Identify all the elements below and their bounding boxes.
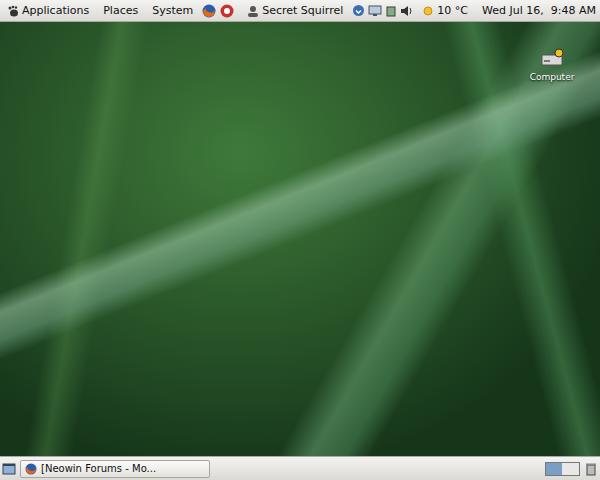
workspace[interactable]: [563, 463, 579, 475]
desktop-icon-label: Computer: [530, 72, 575, 82]
sun-icon: [422, 5, 434, 17]
panel-menu[interactable]: Places: [98, 2, 143, 19]
firefox-icon[interactable]: [202, 4, 216, 18]
taskbar-button[interactable]: [Neowin Forums - Mo...: [20, 460, 210, 478]
user-name: Secret Squirrel: [262, 4, 343, 17]
temperature: 10 °C: [437, 4, 468, 17]
desktop-icon[interactable]: Computer: [522, 48, 582, 82]
battery-icon[interactable]: [385, 5, 397, 17]
workspace-switcher: [545, 462, 580, 476]
workspace[interactable]: [546, 463, 562, 475]
network-icon[interactable]: [368, 5, 382, 17]
clock[interactable]: Wed Jul 16, 9:48 AM: [477, 2, 600, 19]
trash-icon[interactable]: [584, 462, 598, 476]
mail-icon[interactable]: [220, 4, 234, 18]
gnome-foot-icon: [7, 5, 19, 17]
menu-label: System: [152, 4, 193, 17]
menu-label: Places: [103, 4, 138, 17]
top-panel: Applications Places System Secret Squirrel 1…: [0, 0, 600, 22]
volume-icon[interactable]: [400, 5, 413, 17]
menu-label: Applications: [22, 4, 89, 17]
firefox-icon: [25, 463, 37, 475]
notification-tray: [352, 4, 413, 17]
bottom-panel: [Neowin Forums - Mo...: [0, 456, 600, 480]
user-icon: [247, 5, 259, 17]
panel-menu[interactable]: System: [147, 2, 198, 19]
desktop-wallpaper: Computer: [0, 22, 600, 456]
user-switcher[interactable]: Secret Squirrel: [242, 2, 348, 19]
weather-applet[interactable]: 10 °C: [417, 2, 473, 19]
computer-icon: [540, 48, 564, 70]
task-label: [Neowin Forums - Mo...: [41, 463, 156, 474]
update-icon[interactable]: [352, 4, 365, 17]
panel-menu[interactable]: Applications: [2, 2, 94, 19]
show-desktop-icon[interactable]: [2, 462, 16, 476]
